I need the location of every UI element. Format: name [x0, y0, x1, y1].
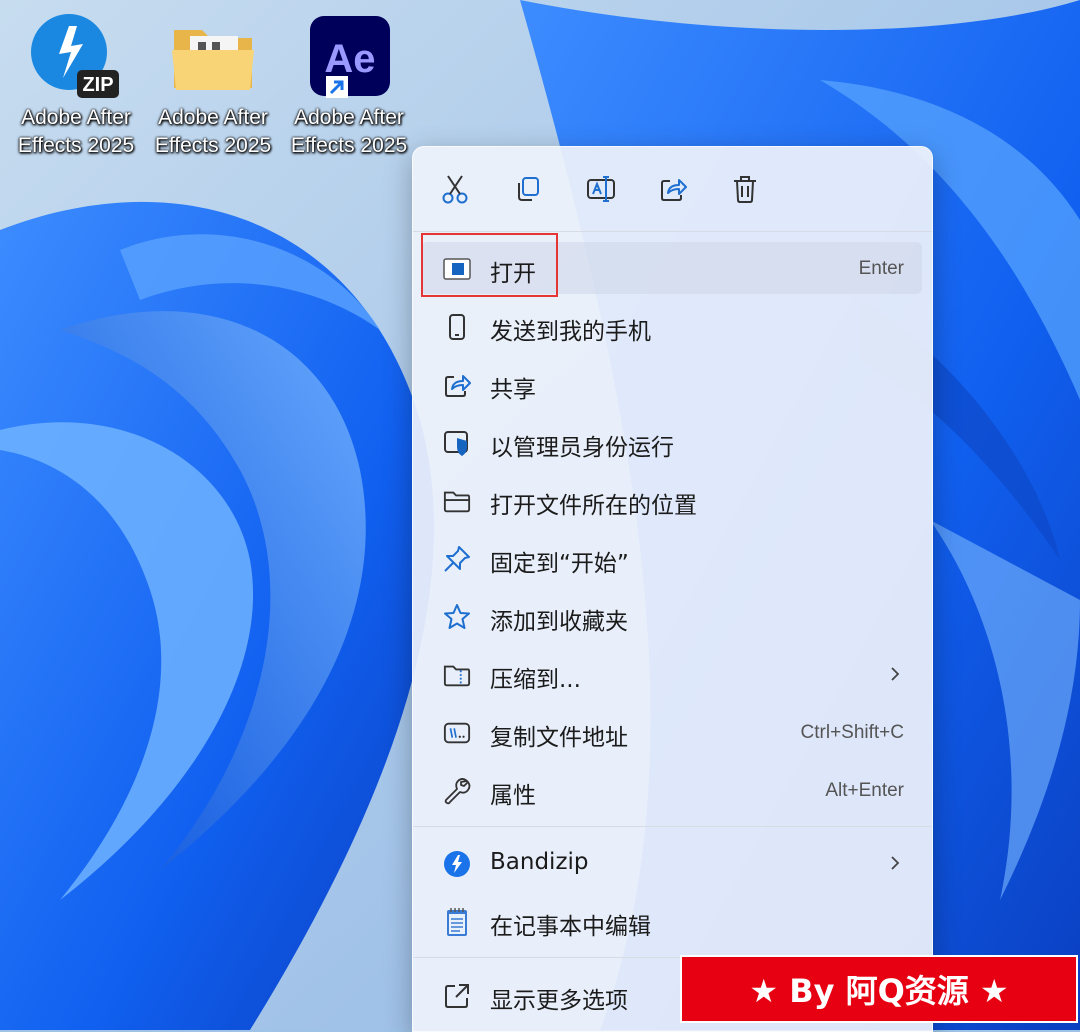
desktop-icon-after-effects[interactable]: Ae Adobe After Effects 2025 — [283, 12, 415, 160]
chevron-right-icon — [891, 667, 900, 681]
svg-text:ZIP: ZIP — [82, 74, 113, 96]
menu-separator — [413, 231, 932, 232]
menu-item-edit-in-notepad[interactable]: 在记事本中编辑 — [421, 895, 922, 947]
share-icon — [443, 371, 471, 399]
copy-icon — [518, 177, 539, 201]
menu-item-shortcut: Enter — [858, 258, 904, 279]
admin-shield-icon — [443, 429, 471, 457]
context-menu: 打开 Enter 发送到我的手机 共享 以管理员身份运行 打开文件所在的位置 固… — [412, 146, 933, 1032]
menu-item-label: 压缩到... — [490, 667, 581, 693]
desktop-icon-label: Adobe After Effects 2025 — [154, 106, 272, 157]
phone-icon — [443, 313, 471, 341]
cut-icon — [442, 175, 468, 204]
chevron-right-icon — [891, 856, 900, 870]
menu-item-send-to-phone[interactable]: 发送到我的手机 — [421, 300, 922, 352]
bandizip-icon — [443, 850, 471, 878]
menu-item-pin-to-start[interactable]: 固定到“开始” — [421, 532, 922, 584]
menu-item-share[interactable]: 共享 — [421, 358, 922, 410]
wrench-icon — [443, 777, 471, 805]
delete-icon — [734, 176, 756, 203]
menu-item-label: 共享 — [490, 377, 536, 403]
rename-icon — [587, 176, 615, 202]
menu-item-label: 在记事本中编辑 — [490, 914, 651, 940]
menu-item-properties[interactable]: 属性 Alt+Enter — [421, 764, 922, 816]
menu-item-label: 显示更多选项 — [490, 988, 628, 1014]
delete-button[interactable] — [723, 169, 767, 209]
copy-button[interactable] — [506, 169, 550, 209]
desktop-icon-label: Adobe After Effects 2025 — [17, 106, 135, 157]
watermark-banner: ★ By 阿Q资源 ★ — [680, 955, 1078, 1023]
menu-item-compress-to[interactable]: 压缩到... — [421, 648, 922, 700]
menu-item-shortcut: Alt+Enter — [825, 780, 904, 801]
folder-icon — [168, 12, 258, 102]
pin-icon — [443, 545, 471, 573]
watermark-text: ★ By 阿Q资源 ★ — [749, 972, 1009, 1010]
menu-item-bandizip[interactable]: Bandizip — [421, 837, 922, 889]
menu-item-label: 固定到“开始” — [490, 551, 629, 577]
desktop-icon-zip[interactable]: ZIP Adobe After Effects 2025 — [10, 12, 142, 160]
menu-item-label: 添加到收藏夹 — [490, 609, 628, 635]
rename-button[interactable] — [579, 169, 623, 209]
menu-item-shortcut: Ctrl+Shift+C — [800, 722, 904, 743]
more-options-icon — [443, 982, 471, 1010]
desktop-icon-folder[interactable]: Adobe After Effects 2025 — [147, 12, 279, 160]
menu-item-label: 属性 — [490, 783, 536, 809]
menu-item-label: 打开文件所在的位置 — [490, 493, 697, 519]
open-app-icon — [443, 255, 471, 283]
copy-path-icon — [443, 719, 471, 747]
zip-archive-icon: ZIP — [31, 12, 121, 102]
menu-item-label: 以管理员身份运行 — [490, 435, 674, 461]
menu-item-label: Bandizip — [490, 849, 589, 875]
share-icon — [661, 179, 687, 201]
menu-item-label: 打开 — [490, 261, 536, 287]
desktop-icon-label: Adobe After Effects 2025 — [290, 106, 408, 157]
notepad-icon — [443, 908, 471, 936]
menu-separator — [413, 826, 932, 827]
context-menu-toolbar — [413, 147, 932, 231]
after-effects-shortcut-icon: Ae — [304, 12, 394, 102]
share-button[interactable] — [651, 169, 695, 209]
cut-button[interactable] — [433, 169, 477, 209]
zip-folder-icon — [443, 661, 471, 689]
menu-item-label: 复制文件地址 — [490, 725, 628, 751]
menu-item-add-to-favorites[interactable]: 添加到收藏夹 — [421, 590, 922, 642]
menu-item-label: 发送到我的手机 — [490, 319, 651, 345]
menu-item-open[interactable]: 打开 Enter — [421, 242, 922, 294]
svg-text:Ae: Ae — [324, 37, 375, 81]
folder-open-icon — [443, 487, 471, 515]
star-icon — [443, 603, 471, 631]
menu-item-copy-file-path[interactable]: 复制文件地址 Ctrl+Shift+C — [421, 706, 922, 758]
menu-item-open-file-location[interactable]: 打开文件所在的位置 — [421, 474, 922, 526]
menu-item-run-as-admin[interactable]: 以管理员身份运行 — [421, 416, 922, 468]
